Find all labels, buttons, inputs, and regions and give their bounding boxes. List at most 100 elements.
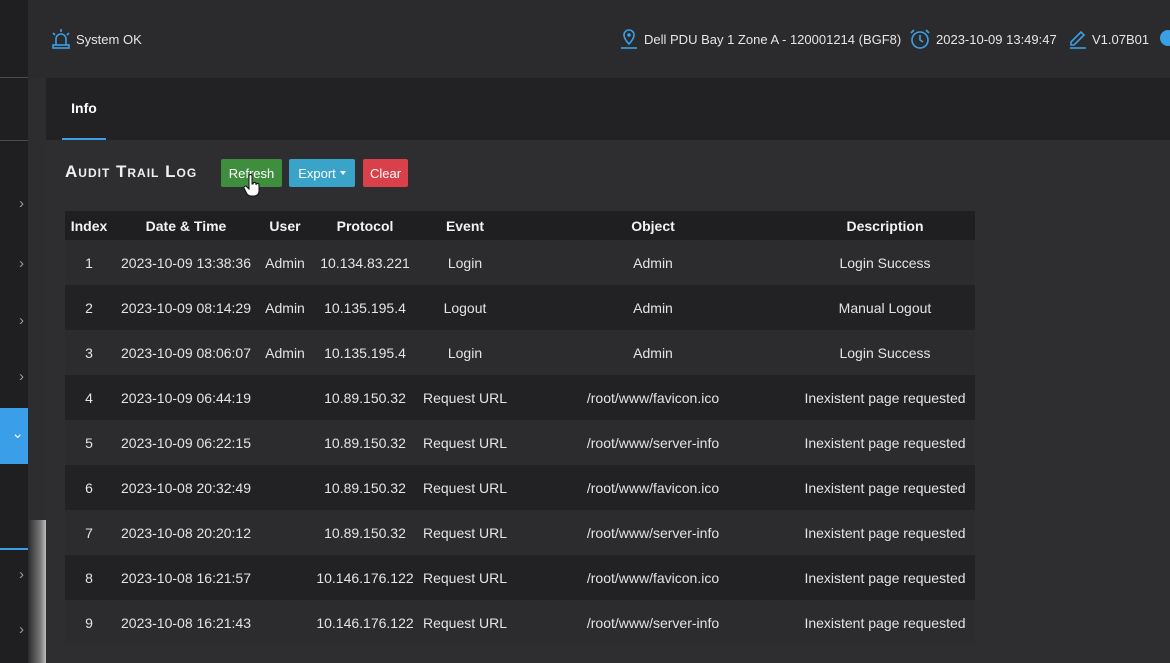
firmware-version[interactable]: V1.07B01 xyxy=(1068,28,1149,50)
cell-user xyxy=(259,420,311,465)
column-header-index[interactable]: Index xyxy=(65,211,113,240)
cell-description: Inexistent page requested xyxy=(804,569,966,586)
cell-datetime: 2023-10-09 08:14:29 xyxy=(121,299,251,316)
cell-index: 6 xyxy=(85,479,93,496)
cell-object: Admin xyxy=(633,344,673,361)
cell-protocol: 10.89.150.32 xyxy=(324,434,406,451)
hand-cursor-icon xyxy=(243,174,260,197)
table-row[interactable]: 9 2023-10-08 16:21:43 10.146.176.122 Reques… xyxy=(65,600,975,645)
cell-object: /root/www/favicon.ico xyxy=(586,479,720,496)
cell-event: Login xyxy=(447,344,483,361)
cell-object: /root/www/server-info xyxy=(586,614,720,631)
cell-user xyxy=(259,375,311,420)
table-row[interactable]: 3 2023-10-09 08:06:07 Admin 10.135.195.4 Log… xyxy=(65,330,975,375)
caret-down-icon xyxy=(339,171,346,175)
system-status-label: System OK xyxy=(76,31,142,47)
export-button-label: Export xyxy=(298,165,336,181)
top-header: System OK Dell PDU Bay 1 Zone A - 120001… xyxy=(28,0,1170,78)
cell-index: 9 xyxy=(85,614,93,631)
chevron-right-icon[interactable]: › xyxy=(0,311,28,331)
page-title: Audit Trail Log xyxy=(65,162,198,181)
column-header-datetime[interactable]: Date & Time xyxy=(113,211,259,240)
cell-index: 3 xyxy=(85,344,93,361)
firmware-version-label: V1.07B01 xyxy=(1092,31,1150,47)
cell-user xyxy=(259,510,311,555)
cell-description: Manual Logout xyxy=(838,299,932,316)
audit-trail-table: Index Date & Time User Protocol Event Ob… xyxy=(65,211,975,645)
tab-info[interactable]: Info xyxy=(62,78,106,140)
cell-index: 7 xyxy=(85,524,93,541)
column-header-user[interactable]: User xyxy=(259,211,311,240)
column-header-description[interactable]: Description xyxy=(795,211,975,240)
cell-user: Admin xyxy=(265,299,305,316)
clear-button-label: Clear xyxy=(369,165,402,181)
cell-index: 4 xyxy=(85,389,93,406)
cell-datetime: 2023-10-09 08:06:07 xyxy=(121,344,251,361)
table-row[interactable]: 7 2023-10-08 20:20:12 10.89.150.32 Request … xyxy=(65,510,975,555)
cell-event: Request URL xyxy=(422,614,508,631)
table-row[interactable]: 4 2023-10-09 06:44:19 10.89.150.32 Request … xyxy=(65,375,975,420)
cell-description: Inexistent page requested xyxy=(804,614,966,631)
cell-datetime: 2023-10-09 06:22:15 xyxy=(121,434,251,451)
system-datetime[interactable]: 2023-10-09 13:49:47 xyxy=(908,28,1057,50)
sidebar-divider xyxy=(0,77,28,78)
cell-datetime: 2023-10-08 16:21:43 xyxy=(121,614,251,631)
cell-event: Login xyxy=(447,254,483,271)
globe-icon[interactable] xyxy=(1160,30,1170,46)
system-datetime-label: 2023-10-09 13:49:47 xyxy=(936,31,1057,47)
table-row[interactable]: 6 2023-10-08 20:32:49 10.89.150.32 Request … xyxy=(65,465,975,510)
cell-object: Admin xyxy=(633,299,673,316)
cell-protocol: 10.134.83.221 xyxy=(320,254,410,271)
cell-index: 5 xyxy=(85,434,93,451)
column-header-protocol[interactable]: Protocol xyxy=(311,211,419,240)
cell-description: Inexistent page requested xyxy=(804,524,966,541)
panel-edge xyxy=(28,520,46,663)
cell-object: Admin xyxy=(633,254,673,271)
cell-datetime: 2023-10-09 13:38:36 xyxy=(121,254,251,271)
cell-protocol: 10.135.195.4 xyxy=(324,299,406,316)
cell-event: Request URL xyxy=(422,524,508,541)
cell-datetime: 2023-10-09 06:44:19 xyxy=(121,389,251,406)
column-header-object[interactable]: Object xyxy=(511,211,795,240)
cell-description: Inexistent page requested xyxy=(804,479,966,496)
cell-user xyxy=(259,465,311,510)
chevron-right-icon[interactable]: › xyxy=(0,565,28,585)
cell-description: Login Success xyxy=(839,344,931,361)
table-row[interactable]: 8 2023-10-08 16:21:57 10.146.176.122 Reques… xyxy=(65,555,975,600)
sidebar-divider xyxy=(0,548,28,550)
cell-event: Request URL xyxy=(422,389,508,406)
location-pin-icon xyxy=(621,29,637,49)
chevron-right-icon[interactable]: › xyxy=(0,620,28,640)
device-location[interactable]: Dell PDU Bay 1 Zone A - 120001214 (BGF8) xyxy=(618,28,901,50)
cell-description: Inexistent page requested xyxy=(804,389,966,406)
system-status[interactable]: System OK xyxy=(50,28,142,50)
clear-button[interactable]: Clear xyxy=(363,159,408,187)
cell-protocol: 10.89.150.32 xyxy=(324,524,406,541)
tab-bar: Info xyxy=(46,78,1170,140)
table-header-row: Index Date & Time User Protocol Event Ob… xyxy=(65,211,975,240)
sidebar: › › › › ⌄ › › xyxy=(0,0,28,663)
table-row[interactable]: 1 2023-10-09 13:38:36 Admin 10.134.83.221 Lo… xyxy=(65,240,975,285)
cell-object: /root/www/favicon.ico xyxy=(586,389,720,406)
sidebar-item-active[interactable]: ⌄ xyxy=(0,408,28,464)
table-row[interactable]: 5 2023-10-09 06:22:15 10.89.150.32 Request … xyxy=(65,420,975,465)
cell-protocol: 10.146.176.122 xyxy=(316,614,414,631)
cell-user: Admin xyxy=(265,344,305,361)
main-panel: Info Audit Trail Log Refresh Export Clea… xyxy=(46,78,1170,663)
cell-user xyxy=(259,600,311,645)
table-row[interactable]: 2 2023-10-09 08:14:29 Admin 10.135.195.4 Log… xyxy=(65,285,975,330)
cell-object: /root/www/server-info xyxy=(586,434,720,451)
pencil-icon xyxy=(1070,30,1086,49)
chevron-right-icon[interactable]: › xyxy=(0,194,28,214)
cell-event: Logout xyxy=(443,299,487,316)
chevron-right-icon[interactable]: › xyxy=(0,367,28,387)
export-button[interactable]: Export xyxy=(289,159,355,187)
cell-protocol: 10.89.150.32 xyxy=(324,389,406,406)
alarm-light-icon xyxy=(52,29,70,49)
cell-datetime: 2023-10-08 16:21:57 xyxy=(121,569,251,586)
cell-protocol: 10.146.176.122 xyxy=(316,569,414,586)
cell-index: 8 xyxy=(85,569,93,586)
chevron-right-icon[interactable]: › xyxy=(0,254,28,274)
cell-datetime: 2023-10-08 20:32:49 xyxy=(121,479,251,496)
column-header-event[interactable]: Event xyxy=(419,211,511,240)
